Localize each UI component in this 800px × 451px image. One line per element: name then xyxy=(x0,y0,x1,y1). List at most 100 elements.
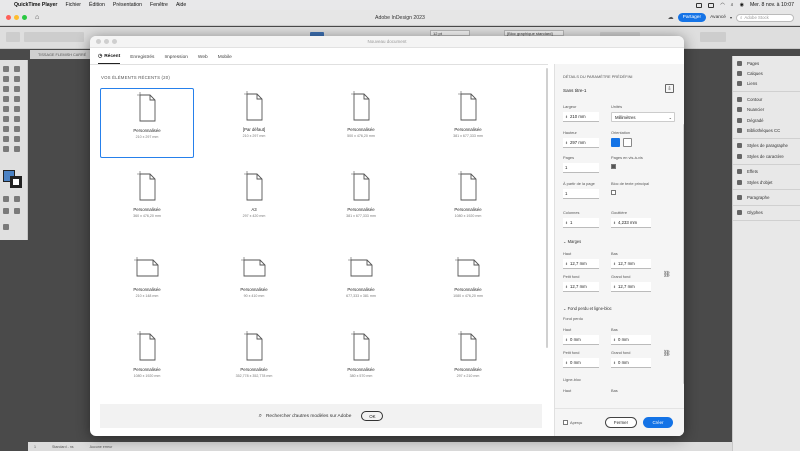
preset-name[interactable]: Sans titre-1 xyxy=(563,88,587,93)
panel-paragraphe[interactable]: Paragraphe xyxy=(733,192,800,202)
portrait-orientation-icon[interactable] xyxy=(611,138,620,147)
selection-tool-icon[interactable] xyxy=(3,66,9,72)
battery-icon[interactable] xyxy=(708,2,715,8)
preset-card[interactable]: Personnalisée 381 x 677,333 mm xyxy=(314,168,408,238)
note-tool-icon[interactable] xyxy=(14,126,20,132)
width-field[interactable]: ⬍ 210 mm xyxy=(563,112,599,122)
frame-fitting-controls[interactable] xyxy=(700,32,726,42)
preset-card[interactable]: Personnalisée 380 x 570 mm xyxy=(314,328,408,398)
menu-presentation[interactable]: Présentation xyxy=(113,2,142,8)
stepper-icon[interactable]: ⬍ xyxy=(613,262,616,266)
tab-mobile[interactable]: Mobile xyxy=(218,50,232,64)
columns-field[interactable]: ⬍ 1 xyxy=(563,218,599,228)
panel-glyphes[interactable]: Glyphes xyxy=(733,208,800,218)
swap-colors-icon[interactable] xyxy=(3,196,9,202)
preview-checkbox[interactable] xyxy=(563,420,568,425)
record-icon[interactable] xyxy=(696,2,703,8)
preset-card[interactable]: Personnalisée 1080 x 1920 mm xyxy=(100,328,194,398)
pages-field[interactable]: 1 xyxy=(563,163,599,173)
panel-styles-paragraphe[interactable]: Styles de paragraphe xyxy=(733,141,800,151)
bleed-slug-section[interactable]: ⌄ Fond perdu et ligne-bloc xyxy=(563,306,612,311)
tab-print[interactable]: Impression xyxy=(164,50,187,64)
pen-tool-icon[interactable] xyxy=(3,96,9,102)
save-preset-icon[interactable]: ⇩ xyxy=(665,84,674,93)
preset-card[interactable]: [Par défaut] 210 x 297 mm xyxy=(207,88,301,158)
free-transform-tool-icon[interactable] xyxy=(14,116,20,122)
gradient-tool-icon[interactable] xyxy=(3,126,9,132)
line-tool-icon[interactable] xyxy=(14,86,20,92)
type-tool-icon[interactable] xyxy=(3,86,9,92)
measure-tool-icon[interactable] xyxy=(14,136,20,142)
panel-styles-objet[interactable]: Styles d'objet xyxy=(733,177,800,187)
panel-calques[interactable]: Calques xyxy=(733,68,800,78)
link-bleed-icon[interactable]: ⛓ xyxy=(663,350,671,357)
tab-web[interactable]: Web xyxy=(198,50,208,64)
stepper-icon[interactable]: ⬍ xyxy=(565,221,568,225)
minimize-window-icon[interactable] xyxy=(14,15,19,20)
stroke-color-swatch[interactable] xyxy=(10,176,22,188)
position-fields[interactable] xyxy=(24,32,84,42)
menu-app-name[interactable]: QuickTime Player xyxy=(14,2,57,8)
menu-aide[interactable]: Aide xyxy=(176,2,186,8)
rectangle-frame-tool-icon[interactable] xyxy=(3,106,9,112)
preset-card[interactable]: Personnalisée 360 x 476,20 mm xyxy=(100,168,194,238)
height-field[interactable]: ⬍ 297 mm xyxy=(563,138,599,148)
landscape-orientation-icon[interactable] xyxy=(623,138,632,147)
preset-card[interactable]: Personnalisée 381 x 677,333 mm xyxy=(421,88,515,158)
details-scrollbar[interactable] xyxy=(683,124,684,384)
gutter-field[interactable]: ⬍ 4,233 mm xyxy=(611,218,651,228)
margin-bottom-field[interactable]: ⬍ 12,7 mm xyxy=(611,259,651,269)
start-page-field[interactable]: 1 xyxy=(563,189,599,199)
panel-pages[interactable]: Pages xyxy=(733,58,800,68)
stepper-icon[interactable]: ⬍ xyxy=(565,262,568,266)
adobe-stock-search[interactable]: ⌕ Adobe Stock xyxy=(736,13,794,22)
direct-selection-tool-icon[interactable] xyxy=(14,66,20,72)
panel-contour[interactable]: Contour xyxy=(733,94,800,104)
stepper-icon[interactable]: ⬍ xyxy=(613,221,616,225)
apply-none-icon[interactable] xyxy=(14,208,20,214)
eyedropper-tool-icon[interactable] xyxy=(3,136,9,142)
primary-text-frame-checkbox[interactable] xyxy=(611,190,616,195)
stepper-icon[interactable]: ⬍ xyxy=(565,115,568,119)
menu-clock[interactable]: Mer. 8 nov. à 10:07 xyxy=(750,2,794,8)
panel-liens[interactable]: Liens xyxy=(733,79,800,89)
tab-recent[interactable]: ◷ Récent xyxy=(98,50,121,64)
status-page[interactable]: 1 xyxy=(34,445,36,449)
stepper-icon[interactable]: ⬍ xyxy=(613,285,616,289)
close-button[interactable]: Fermer xyxy=(605,417,637,428)
status-errors[interactable]: Aucune erreur xyxy=(90,445,113,449)
wifi-icon[interactable]: ◠ xyxy=(720,2,724,8)
stepper-icon[interactable]: ⬍ xyxy=(613,361,616,365)
preset-card[interactable]: Personnalisée 677,333 x 381 mm xyxy=(314,248,408,318)
dialog-minimize-icon[interactable] xyxy=(104,39,109,44)
workspace-selector[interactable]: Avancé xyxy=(710,15,726,20)
menu-edition[interactable]: Édition xyxy=(89,2,105,8)
scissors-tool-icon[interactable] xyxy=(3,116,9,122)
hand-tool-icon[interactable] xyxy=(3,146,9,152)
margin-inside-field[interactable]: ⬍ 12,7 mm xyxy=(563,282,599,292)
stepper-icon[interactable]: ⬍ xyxy=(613,338,616,342)
menu-fenetre[interactable]: Fenêtre xyxy=(150,2,168,8)
bleed-inside-field[interactable]: ⬍ 0 mm xyxy=(563,358,599,368)
presets-scrollbar[interactable] xyxy=(546,68,548,348)
dialog-zoom-icon[interactable] xyxy=(112,39,117,44)
panel-styles-caractere[interactable]: Styles de caractère xyxy=(733,151,800,161)
stepper-icon[interactable]: ⬍ xyxy=(565,141,568,145)
facing-pages-checkbox[interactable] xyxy=(611,164,616,169)
margin-top-field[interactable]: ⬍ 12,7 mm xyxy=(563,259,599,269)
control-center-icon[interactable]: ◉ xyxy=(740,2,744,8)
units-select[interactable]: Millimètres ⌄ xyxy=(611,112,675,122)
preset-card[interactable]: Personnalisée 297 x 210 mm xyxy=(421,328,515,398)
panel-effets[interactable]: Effets xyxy=(733,167,800,177)
preset-card[interactable]: Personnalisée 90 x 410 mm xyxy=(207,248,301,318)
document-tab[interactable]: TISSAGE FLEMISH CARRÉ xyxy=(30,50,90,59)
screen-mode-icon[interactable] xyxy=(3,224,9,230)
page-tool-icon[interactable] xyxy=(3,76,9,82)
chevron-down-icon[interactable]: ▾ xyxy=(730,15,732,20)
tab-saved[interactable]: Enregistrés xyxy=(130,50,154,64)
gap-tool-icon[interactable] xyxy=(14,76,20,82)
preset-card[interactable]: Personnalisée 210 x 148 mm xyxy=(100,248,194,318)
preset-card[interactable]: Personnalisée 210 x 297 mm xyxy=(100,88,194,158)
stepper-icon[interactable]: ⬍ xyxy=(565,285,568,289)
search-icon[interactable]: ⌕ xyxy=(731,2,734,8)
